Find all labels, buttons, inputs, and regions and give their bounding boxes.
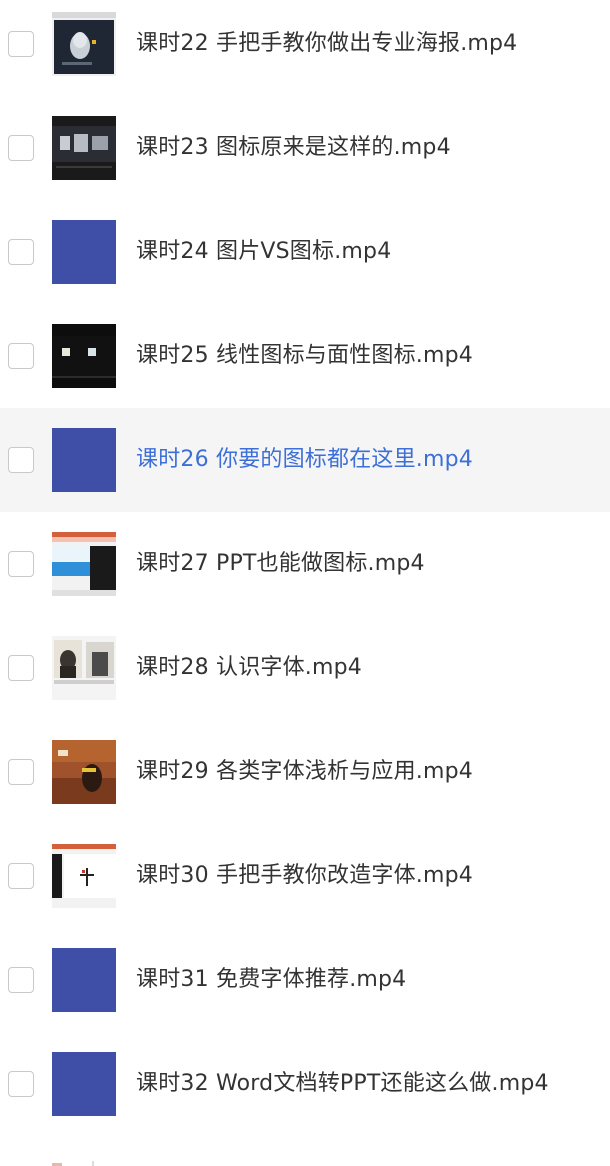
list-item[interactable]: 课时24 图片VS图标.mp4: [0, 200, 610, 304]
file-checkbox[interactable]: [8, 31, 34, 57]
video-thumbnail[interactable]: [52, 220, 116, 284]
file-checkbox[interactable]: [8, 343, 34, 369]
list-item[interactable]: 课时32 Word文档转PPT还能这么做.mp4: [0, 1032, 610, 1136]
list-item[interactable]: 课时31 免费字体推荐.mp4: [0, 928, 610, 1032]
file-name[interactable]: 课时24 图片VS图标.mp4: [136, 200, 391, 304]
list-item[interactable]: 课时28 认识字体.mp4: [0, 616, 610, 720]
video-thumbnail[interactable]: [52, 324, 116, 388]
video-thumbnail[interactable]: [52, 948, 116, 1012]
next-item-thumbnail-partial: [52, 1156, 116, 1166]
file-list: 课时22 手把手教你做出专业海报.mp4 课时23 图标原来是这样的.mp4 课…: [0, 0, 610, 1136]
file-name[interactable]: 课时32 Word文档转PPT还能这么做.mp4: [136, 1032, 549, 1136]
file-checkbox[interactable]: [8, 135, 34, 161]
video-thumbnail[interactable]: [52, 844, 116, 908]
list-item[interactable]: 课时26 你要的图标都在这里.mp4: [0, 408, 610, 512]
file-name[interactable]: 课时28 认识字体.mp4: [136, 616, 362, 720]
list-item[interactable]: 课时23 图标原来是这样的.mp4: [0, 96, 610, 200]
file-name[interactable]: 课时26 你要的图标都在这里.mp4: [136, 408, 473, 512]
file-checkbox[interactable]: [8, 967, 34, 993]
video-thumbnail[interactable]: [52, 532, 116, 596]
file-checkbox[interactable]: [8, 239, 34, 265]
video-thumbnail[interactable]: [52, 428, 116, 492]
file-name[interactable]: 课时29 各类字体浅析与应用.mp4: [136, 720, 473, 824]
video-thumbnail[interactable]: [52, 116, 116, 180]
file-name[interactable]: 课时27 PPT也能做图标.mp4: [136, 512, 425, 616]
file-checkbox[interactable]: [8, 447, 34, 473]
file-checkbox[interactable]: [8, 863, 34, 889]
video-thumbnail[interactable]: [52, 1052, 116, 1116]
file-checkbox[interactable]: [8, 655, 34, 681]
file-checkbox[interactable]: [8, 1071, 34, 1097]
list-item[interactable]: 课时27 PPT也能做图标.mp4: [0, 512, 610, 616]
list-item[interactable]: 课时25 线性图标与面性图标.mp4: [0, 304, 610, 408]
video-thumbnail[interactable]: [52, 636, 116, 700]
video-thumbnail[interactable]: [52, 740, 116, 804]
file-name[interactable]: 课时31 免费字体推荐.mp4: [136, 928, 406, 1032]
file-name[interactable]: 课时23 图标原来是这样的.mp4: [136, 96, 451, 200]
list-item[interactable]: 课时30 手把手教你改造字体.mp4: [0, 824, 610, 928]
file-checkbox[interactable]: [8, 551, 34, 577]
list-item[interactable]: 课时29 各类字体浅析与应用.mp4: [0, 720, 610, 824]
list-item[interactable]: 课时22 手把手教你做出专业海报.mp4: [0, 0, 610, 96]
file-name[interactable]: 课时25 线性图标与面性图标.mp4: [136, 304, 473, 408]
video-thumbnail[interactable]: [52, 12, 116, 76]
file-name[interactable]: 课时30 手把手教你改造字体.mp4: [136, 824, 473, 928]
file-name[interactable]: 课时22 手把手教你做出专业海报.mp4: [136, 0, 517, 96]
file-checkbox[interactable]: [8, 759, 34, 785]
